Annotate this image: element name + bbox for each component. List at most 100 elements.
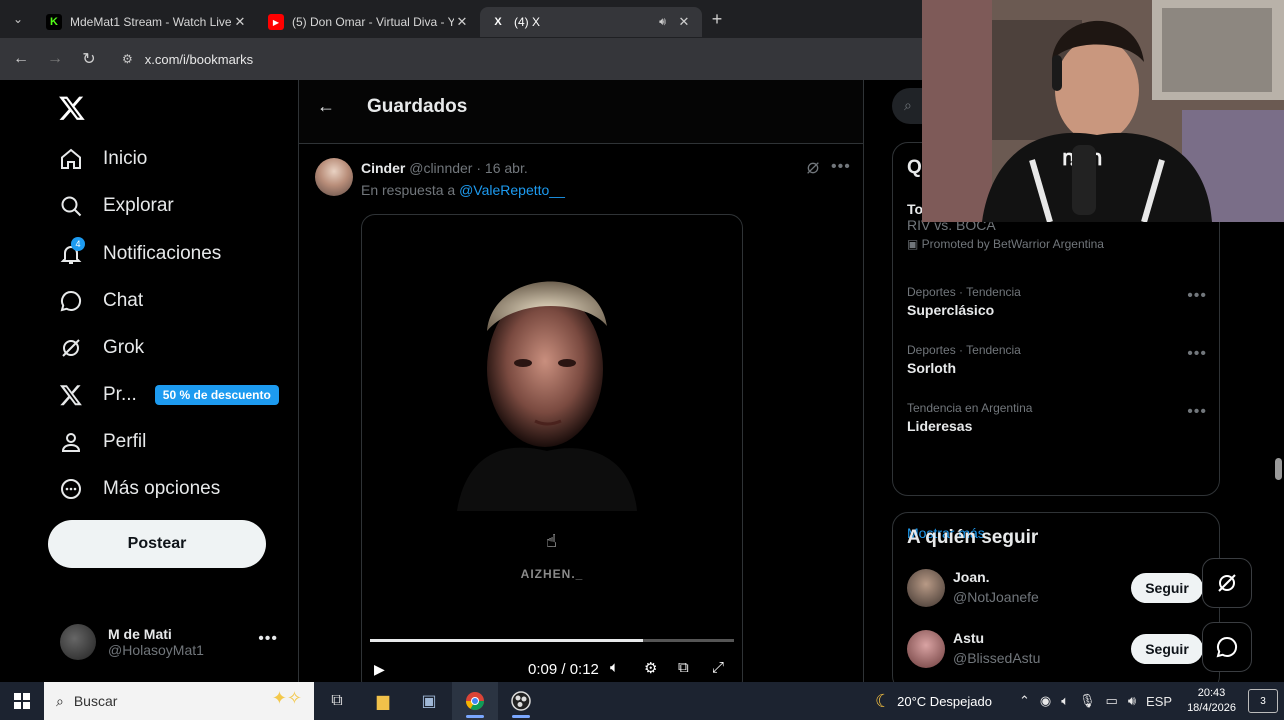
follow-suggestion[interactable]: Joan. @NotJoanefe Seguir bbox=[907, 565, 1219, 609]
chevron-up-icon[interactable]: ⌃ bbox=[1019, 693, 1030, 709]
trend-name: Lideresas bbox=[907, 418, 973, 434]
sparkle-icon: ✦✧ bbox=[271, 688, 302, 708]
browser-tab[interactable]: ▶ (5) Don Omar - Virtual Diva - Yo ✕ bbox=[258, 7, 480, 37]
search-icon: ⌕ bbox=[904, 97, 912, 113]
avatar[interactable] bbox=[907, 630, 945, 668]
close-tab-icon[interactable]: ✕ bbox=[454, 14, 470, 30]
windows-start-icon[interactable] bbox=[0, 682, 44, 720]
tweet-author-name[interactable]: Cinder bbox=[361, 160, 405, 176]
network-icon[interactable]: ▭ bbox=[1106, 693, 1118, 709]
nav-label: Más opciones bbox=[103, 478, 221, 499]
picture-in-picture-icon[interactable]: ⧉ bbox=[678, 659, 689, 676]
more-dots-icon[interactable]: ••• bbox=[258, 630, 278, 648]
premium-discount-badge[interactable]: 50 % de descuento bbox=[154, 385, 279, 405]
avatar[interactable] bbox=[315, 158, 353, 196]
input-language[interactable]: ESP bbox=[1146, 694, 1172, 709]
follow-suggestion[interactable]: Astu @BlissedAstu Seguir bbox=[907, 626, 1219, 670]
volume-icon[interactable]: 🔈︎ bbox=[610, 659, 619, 676]
speaker-icon[interactable]: 🔊︎ bbox=[1128, 693, 1136, 709]
reload-icon[interactable]: ↻ bbox=[72, 49, 106, 69]
nav-item-profile[interactable]: Perfil bbox=[56, 422, 146, 462]
taskbar-clock[interactable]: 20:43 18/4/2026 bbox=[1187, 686, 1236, 716]
file-explorer-icon[interactable]: ▆ bbox=[360, 682, 406, 720]
post-button[interactable]: Postear bbox=[48, 520, 266, 568]
video-progress-fill bbox=[370, 639, 643, 642]
tweet-author-handle[interactable]: @clinnder bbox=[409, 160, 472, 176]
search-icon: ⌕ bbox=[56, 692, 64, 709]
reply-to-link[interactable]: @ValeRepetto__ bbox=[459, 182, 565, 198]
url-field[interactable]: ⚙︎ x.com/i/bookmarks bbox=[112, 44, 253, 74]
notification-count: 3 bbox=[1260, 695, 1266, 707]
nav-label: Pr... bbox=[103, 384, 137, 405]
task-view-icon[interactable]: ⧉ bbox=[314, 682, 360, 720]
close-tab-icon[interactable]: ✕ bbox=[232, 14, 248, 30]
x-logo-icon[interactable] bbox=[58, 94, 88, 124]
browser-tab-active[interactable]: X (4) X 🔊︎ ✕ bbox=[480, 7, 702, 37]
account-switcher[interactable]: M de Mati @HolasoyMat1 ••• bbox=[60, 620, 292, 664]
new-tab-plus-icon[interactable]: + bbox=[702, 9, 732, 30]
chat-floating-button[interactable] bbox=[1202, 622, 1252, 672]
fullscreen-icon[interactable]: ⤢ bbox=[712, 659, 724, 676]
follow-handle: @BlissedAstu bbox=[953, 650, 1041, 666]
nav-item-grok[interactable]: Grok bbox=[56, 328, 144, 368]
mouse-cursor-icon: ☝︎ bbox=[546, 531, 557, 551]
url-text: x.com/i/bookmarks bbox=[144, 51, 254, 67]
forward-arrow-icon[interactable]: → bbox=[38, 50, 72, 68]
app-tray-icon[interactable]: ◉ bbox=[1040, 693, 1051, 709]
grok-floating-button[interactable] bbox=[1202, 558, 1252, 608]
scrollbar-thumb[interactable] bbox=[1275, 458, 1282, 480]
trend-item[interactable]: Tendencia en Argentina Lideresas ••• bbox=[907, 401, 1207, 434]
follow-button[interactable]: Seguir bbox=[1131, 634, 1203, 664]
follow-button[interactable]: Seguir bbox=[1131, 573, 1203, 603]
video-progress-bar[interactable] bbox=[370, 639, 734, 642]
page-scrollbar[interactable] bbox=[1272, 222, 1284, 682]
nav-item-premium[interactable]: Pr... 50 % de descuento bbox=[56, 375, 279, 415]
page-title: Guardados bbox=[367, 96, 468, 117]
tab-title: MdeMat1 Stream - Watch Live bbox=[70, 15, 232, 29]
more-dots-icon[interactable]: ••• bbox=[1187, 345, 1207, 363]
nav-item-more[interactable]: Más opciones bbox=[56, 469, 220, 509]
weather-widget[interactable]: ☾ 20°C Despejado bbox=[875, 691, 992, 712]
volume-icon[interactable]: 🔈︎ bbox=[1061, 693, 1069, 709]
tab-search-menu[interactable]: ⌄ bbox=[0, 0, 36, 38]
back-arrow-icon[interactable]: ← bbox=[317, 96, 335, 117]
play-icon[interactable]: ▶ bbox=[374, 661, 385, 678]
obs-icon[interactable] bbox=[498, 682, 544, 720]
bell-icon: 4 bbox=[56, 237, 86, 269]
microphone-icon[interactable]: 🎙︎ bbox=[1079, 693, 1096, 709]
app-window-icon[interactable]: ▣ bbox=[406, 682, 452, 720]
video-player[interactable]: AIZHEN._ ☝︎ ▶ 0:09 / 0:12 🔈︎ ⚙︎ ⧉ ⤢ bbox=[361, 214, 743, 682]
close-tab-icon[interactable]: ✕ bbox=[676, 14, 692, 30]
more-dots-icon[interactable]: ••• bbox=[1187, 403, 1207, 421]
avatar[interactable] bbox=[907, 569, 945, 607]
account-handle: @HolasoyMat1 bbox=[108, 642, 204, 658]
youtube-favicon-icon: ▶ bbox=[268, 14, 284, 30]
page-header: ← Guardados bbox=[299, 80, 863, 144]
grok-icon[interactable] bbox=[805, 160, 821, 179]
webcam-scene: ꭑꭑ bbox=[922, 0, 1284, 222]
more-dots-icon[interactable]: ••• bbox=[1187, 287, 1207, 305]
back-arrow-icon[interactable]: ← bbox=[4, 50, 38, 68]
trend-item[interactable]: Deportes · Tendencia Sorloth ••• bbox=[907, 343, 1207, 376]
settings-gear-icon[interactable]: ⚙︎ bbox=[644, 659, 657, 677]
chrome-icon[interactable] bbox=[452, 682, 498, 720]
nav-item-notifications[interactable]: 4 Notificaciones bbox=[56, 234, 221, 274]
nav-item-explore[interactable]: Explorar bbox=[56, 186, 174, 226]
clock-date: 18/4/2026 bbox=[1187, 702, 1236, 714]
chevron-down-icon: ⌄ bbox=[12, 12, 24, 26]
tweet-date[interactable]: · 16 abr. bbox=[476, 160, 527, 176]
weather-text: 20°C Despejado bbox=[897, 693, 992, 709]
trend-item[interactable]: Deportes · Tendencia Superclásico ••• bbox=[907, 285, 1207, 318]
notification-center-icon[interactable]: 3 bbox=[1248, 689, 1278, 713]
nav-item-home[interactable]: Inicio bbox=[56, 139, 147, 179]
trends-header: Q bbox=[907, 157, 922, 178]
browser-tab[interactable]: K MdeMat1 Stream - Watch Live ✕ bbox=[36, 7, 258, 37]
speaker-icon[interactable]: 🔊︎ bbox=[659, 16, 666, 29]
taskbar-search-input[interactable]: ⌕ Buscar ✦✧ bbox=[44, 682, 314, 720]
left-nav: Inicio Explorar 4 Notificaciones Chat Gr… bbox=[0, 80, 298, 682]
more-dots-icon[interactable]: ••• bbox=[831, 158, 851, 176]
site-settings-icon[interactable]: ⚙︎ bbox=[122, 52, 133, 66]
nav-item-chat[interactable]: Chat bbox=[56, 281, 143, 321]
webcam-overlay: ꭑꭑ bbox=[922, 0, 1284, 222]
x-premium-icon bbox=[56, 380, 86, 410]
